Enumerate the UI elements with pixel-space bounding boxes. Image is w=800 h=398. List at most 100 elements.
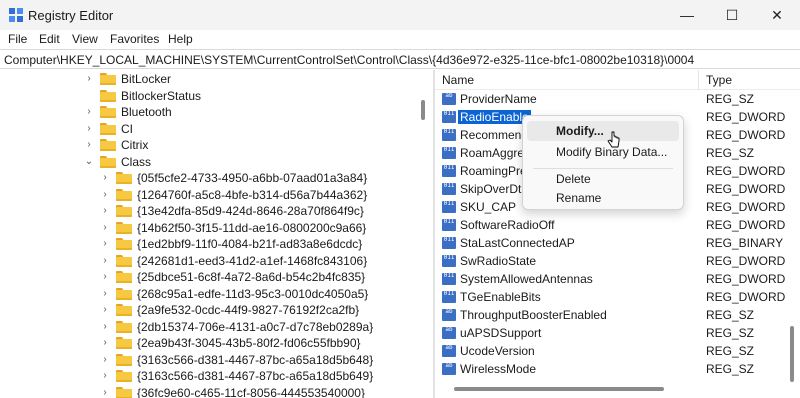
list-horizontal-scrollbar-thumb[interactable] xyxy=(454,387,664,391)
close-button[interactable]: ✕ xyxy=(755,0,799,30)
chevron-right-icon[interactable]: › xyxy=(100,272,110,282)
folder-icon xyxy=(116,221,132,234)
folder-icon xyxy=(116,370,132,382)
close-icon: ✕ xyxy=(771,6,783,23)
chevron-right-icon[interactable]: › xyxy=(100,222,110,233)
address-bar[interactable]: Computer\HKEY_LOCAL_MACHINE\SYSTEM\Curre… xyxy=(0,49,800,69)
column-separator[interactable] xyxy=(698,70,699,90)
key-tree-pane[interactable]: › BitLocker BitlockerStatus › Bluetooth › CI › C… xyxy=(0,70,433,398)
tree-item[interactable]: › {05f5cfe2-4733-4950-a6bb-07aad01a3a84} xyxy=(100,169,367,187)
context-menu-delete[interactable]: Delete xyxy=(527,169,679,189)
chevron-right-icon[interactable]: › xyxy=(100,173,110,183)
value-type: REG_BINARY xyxy=(706,236,784,250)
folder-icon xyxy=(116,172,132,184)
chevron-right-icon[interactable]: › xyxy=(100,354,110,365)
value-row[interactable]: ab ThroughputBoosterEnabled REG_SZ xyxy=(435,306,800,324)
tree-item[interactable]: › {14b62f50-3f15-11dd-ae16-0800200c9a66} xyxy=(100,219,366,237)
tree-item-label: {242681d1-eed3-41d2-a1ef-1468fc843106} xyxy=(137,253,368,268)
list-header: Name Type xyxy=(435,70,800,90)
tree-item[interactable]: BitlockerStatus xyxy=(84,87,201,105)
chevron-right-icon[interactable]: › xyxy=(100,305,110,315)
tree-item[interactable]: › {2a9fe532-0cdc-44f9-9827-76192f2ca2fb} xyxy=(100,301,359,319)
value-type: REG_SZ xyxy=(706,92,755,106)
menu-favorites[interactable]: Favorites xyxy=(110,32,159,46)
tree-item-label: {268c95a1-edfe-11d3-95c3-0010dc4050a5} xyxy=(137,286,369,301)
tree-item[interactable]: › {13e42dfa-85d9-424d-8646-28a70f864f9c} xyxy=(100,202,364,220)
chevron-right-icon[interactable]: › xyxy=(100,288,110,299)
tree-item[interactable]: › {2db15374-706e-4131-a0c7-d7c78eb0289a} xyxy=(100,318,373,336)
menu-edit[interactable]: Edit xyxy=(39,32,60,46)
tree-item-label: Citrix xyxy=(121,138,149,152)
value-name: RoamAggres xyxy=(460,146,531,160)
menu-file[interactable]: File xyxy=(8,32,27,46)
chevron-right-icon[interactable]: › xyxy=(84,74,94,84)
chevron-right-icon[interactable]: › xyxy=(84,107,94,117)
chevron-down-icon[interactable]: ⌄ xyxy=(84,156,94,167)
tree-item[interactable]: › {242681d1-eed3-41d2-a1ef-1468fc843106} xyxy=(100,252,367,270)
value-row[interactable]: 011 SoftwareRadioOff REG_DWORD xyxy=(435,216,800,234)
context-menu-modify-binary[interactable]: Modify Binary Data... xyxy=(527,142,679,162)
tree-item-label: {2ea9b43f-3045-43b5-80f2-fd06c55fbb90} xyxy=(137,336,361,350)
value-row[interactable]: 011 SystemAllowedAntennas REG_DWORD xyxy=(435,270,800,288)
tree-item[interactable]: › {25dbce51-6c8f-4a72-8a6d-b54c2b4fc835} xyxy=(100,268,365,286)
value-name: SoftwareRadioOff xyxy=(460,218,555,232)
chevron-right-icon[interactable]: › xyxy=(84,140,94,150)
chevron-right-icon[interactable]: › xyxy=(100,255,110,266)
chevron-right-icon[interactable]: › xyxy=(100,189,110,200)
value-row[interactable]: 011 SwRadioState REG_DWORD xyxy=(435,252,800,270)
tree-scrollbar-thumb[interactable] xyxy=(421,100,425,120)
chevron-right-icon[interactable] xyxy=(84,91,94,101)
list-vertical-scrollbar-thumb[interactable] xyxy=(790,326,794,382)
binary-value-icon: 011 xyxy=(442,255,456,267)
tree-item[interactable]: › {1264760f-a5c8-4bfe-b314-d56a7b44a362} xyxy=(100,186,367,204)
context-menu-rename[interactable]: Rename xyxy=(527,188,679,208)
chevron-right-icon[interactable]: › xyxy=(100,338,110,348)
value-name: SystemAllowedAntennas xyxy=(460,272,593,286)
folder-icon xyxy=(116,386,132,398)
maximize-button[interactable]: ☐ xyxy=(710,0,754,30)
minimize-button[interactable]: — xyxy=(665,0,709,30)
value-row[interactable]: 011 TGeEnableBits REG_DWORD xyxy=(435,288,800,306)
value-type: REG_SZ xyxy=(706,146,755,160)
tree-item[interactable]: ⌄ Class xyxy=(84,153,151,171)
tree-item[interactable]: › {268c95a1-edfe-11d3-95c3-0010dc4050a5} xyxy=(100,285,368,303)
value-row[interactable]: ab uAPSDSupport REG_SZ xyxy=(435,324,800,342)
folder-icon xyxy=(116,287,132,300)
value-name: uAPSDSupport xyxy=(460,326,542,340)
value-row[interactable]: ab ProviderName REG_SZ xyxy=(435,90,800,108)
tree-item[interactable]: › {1ed2bbf9-11f0-4084-b21f-ad83a8e6dcdc} xyxy=(100,235,362,253)
tree-item[interactable]: › {3163c566-d381-4467-87bc-a65a18d5b648} xyxy=(100,351,373,369)
chevron-right-icon[interactable]: › xyxy=(84,123,94,134)
tree-item[interactable]: › Citrix xyxy=(84,136,148,154)
value-type: REG_SZ xyxy=(706,326,755,340)
tree-item[interactable]: › BitLocker xyxy=(84,70,171,88)
context-menu-modify[interactable]: Modify... xyxy=(527,121,679,141)
value-name: UcodeVersion xyxy=(460,344,535,358)
tree-item-label: {05f5cfe2-4733-4950-a6bb-07aad01a3a84} xyxy=(137,171,368,185)
tree-item[interactable]: › {36fc9e60-c465-11cf-8056-444553540000} xyxy=(100,384,365,398)
binary-value-icon: 011 xyxy=(442,111,456,123)
column-header-name[interactable]: Name xyxy=(442,73,474,87)
tree-item[interactable]: › {3163c566-d381-4467-87bc-a65a18d5b649} xyxy=(100,367,373,385)
tree-item[interactable]: › CI xyxy=(84,120,133,138)
chevron-right-icon[interactable]: › xyxy=(100,321,110,332)
column-header-type[interactable]: Type xyxy=(706,73,732,87)
value-row[interactable]: 011 StaLastConnectedAP REG_BINARY xyxy=(435,234,800,252)
menu-help[interactable]: Help xyxy=(168,32,193,46)
tree-item-label: {25dbce51-6c8f-4a72-8a6d-b54c2b4fc835} xyxy=(137,270,366,284)
binary-value-icon: 011 xyxy=(442,147,456,159)
chevron-right-icon[interactable]: › xyxy=(100,371,110,381)
chevron-right-icon[interactable]: › xyxy=(100,239,110,249)
value-name: RadioEnable xyxy=(457,109,532,125)
value-row[interactable]: ab WirelessMode REG_SZ xyxy=(435,360,800,378)
maximize-icon: ☐ xyxy=(725,6,739,23)
menu-view[interactable]: View xyxy=(72,32,98,46)
folder-icon xyxy=(100,73,116,85)
tree-item[interactable]: › {2ea9b43f-3045-43b5-80f2-fd06c55fbb90} xyxy=(100,334,361,352)
chevron-right-icon[interactable]: › xyxy=(100,206,110,216)
chevron-right-icon[interactable]: › xyxy=(100,387,110,398)
value-row[interactable]: ab UcodeVersion REG_SZ xyxy=(435,342,800,360)
tree-item[interactable]: › Bluetooth xyxy=(84,103,171,121)
tree-item-label: {2db15374-706e-4131-a0c7-d7c78eb0289a} xyxy=(137,319,374,334)
value-name: TGeEnableBits xyxy=(460,290,541,304)
